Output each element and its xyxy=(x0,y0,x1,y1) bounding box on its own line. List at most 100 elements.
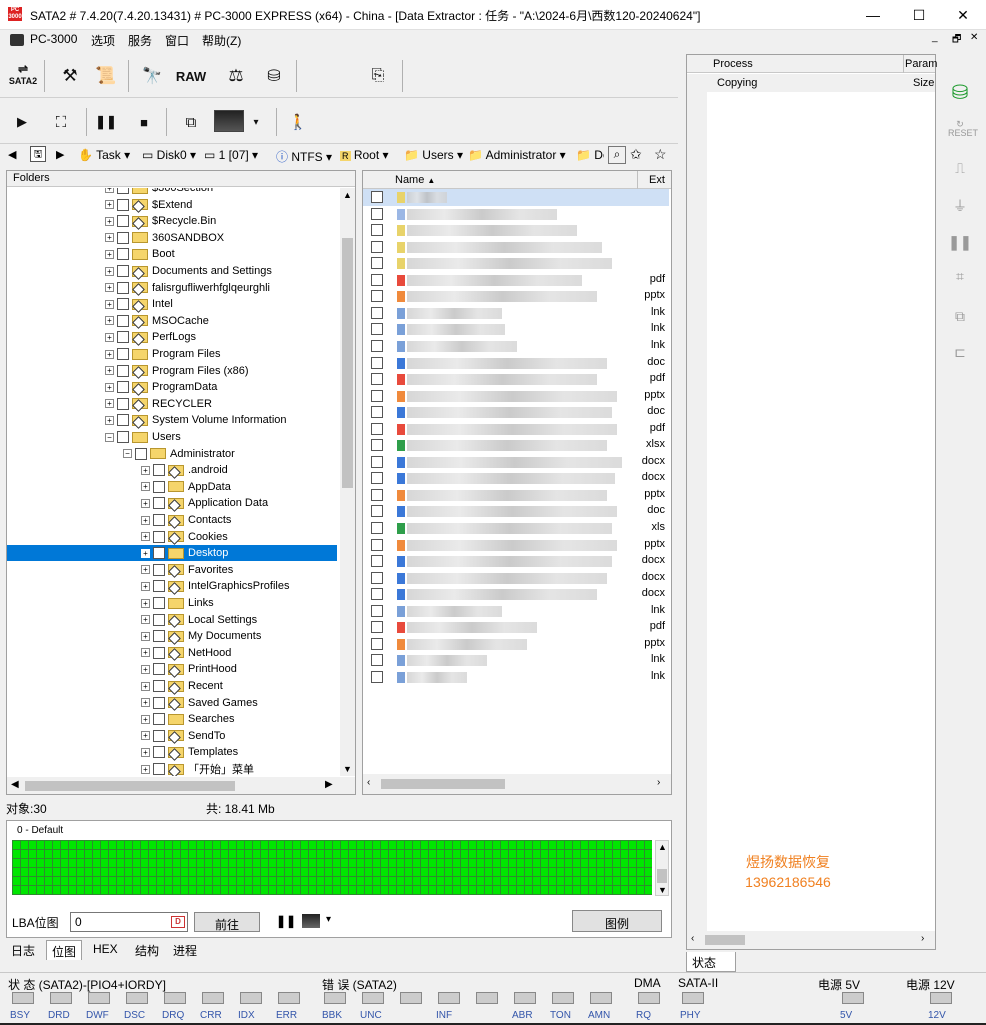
file-row[interactable]: doc xyxy=(363,503,669,520)
expand-toggle-icon[interactable]: + xyxy=(141,465,150,475)
tree-item[interactable]: + IntelGraphicsProfiles xyxy=(7,578,337,594)
file-row[interactable]: docx xyxy=(363,570,669,587)
play-icon[interactable]: ▶ xyxy=(10,108,34,136)
expand-toggle-icon[interactable]: + xyxy=(141,532,150,542)
file-row[interactable] xyxy=(363,239,669,256)
expand-toggle-icon[interactable]: + xyxy=(105,366,114,376)
column-process[interactable]: Process xyxy=(713,58,753,70)
column-ext[interactable]: Ext xyxy=(649,174,665,186)
process-row[interactable]: Copying Size xyxy=(687,74,935,92)
tree-item[interactable]: + $Recycle.Bin xyxy=(7,213,337,229)
file-checkbox[interactable] xyxy=(371,621,383,634)
tree-item[interactable]: + Documents and Settings xyxy=(7,263,337,279)
scroll-down-icon[interactable]: ▼ xyxy=(343,764,352,774)
file-checkbox[interactable] xyxy=(371,356,383,369)
tree-item[interactable]: + MSOCache xyxy=(7,313,337,329)
pause-icon[interactable]: ❚❚ xyxy=(94,108,118,136)
expand-toggle-icon[interactable]: + xyxy=(141,764,150,774)
file-checkbox[interactable] xyxy=(371,538,383,551)
tree-item[interactable]: + Contacts xyxy=(7,512,337,528)
tree-checkbox[interactable] xyxy=(153,480,165,493)
file-row[interactable]: pptx xyxy=(363,388,669,405)
exit-person-icon[interactable]: 🚶 xyxy=(286,108,310,136)
tree-item[interactable]: + $Extend xyxy=(7,197,337,213)
tree-checkbox[interactable] xyxy=(117,381,129,394)
tree-checkbox[interactable] xyxy=(153,680,165,692)
tree-item[interactable]: + Links xyxy=(7,595,337,611)
tree-checkbox[interactable] xyxy=(117,298,129,311)
file-row[interactable]: lnk xyxy=(363,321,669,338)
tree-checkbox[interactable] xyxy=(153,547,165,560)
raw-button[interactable]: RAW xyxy=(172,62,210,90)
scroll-left-icon[interactable]: ‹ xyxy=(691,933,694,944)
file-checkbox[interactable] xyxy=(371,670,383,683)
tree-item[interactable]: + $360Section xyxy=(7,188,337,196)
scroll-icon[interactable]: 📜 xyxy=(92,62,120,90)
file-row[interactable]: pptx xyxy=(363,537,669,554)
file-checkbox[interactable] xyxy=(371,273,383,286)
expand-toggle-icon[interactable]: + xyxy=(141,664,150,674)
tree-item[interactable]: + AppData xyxy=(7,479,337,495)
tree-checkbox[interactable] xyxy=(117,231,129,244)
tree-checkbox[interactable] xyxy=(135,447,147,460)
expand-toggle-icon[interactable]: + xyxy=(141,548,150,558)
export-icon[interactable]: ⎘ xyxy=(364,62,392,90)
file-row[interactable]: lnk xyxy=(363,305,669,322)
tree-item[interactable]: + Application Data xyxy=(7,495,337,511)
file-row[interactable]: pdf xyxy=(363,272,669,289)
go-button[interactable]: 前往 xyxy=(194,912,260,932)
tree-item[interactable]: + .android xyxy=(7,462,337,478)
expand-toggle-icon[interactable]: + xyxy=(141,515,150,525)
file-checkbox[interactable] xyxy=(371,406,383,419)
legend-button[interactable]: 图例 xyxy=(572,910,662,932)
map-view-small-icon[interactable] xyxy=(302,914,320,928)
tree-checkbox[interactable] xyxy=(153,514,165,526)
file-row[interactable] xyxy=(363,222,669,239)
tab-hex[interactable]: HEX xyxy=(88,940,123,960)
map-vscroll-thumb[interactable] xyxy=(657,869,667,883)
minimize-button[interactable]: — xyxy=(850,0,896,30)
binoculars-icon[interactable]: 🔭 xyxy=(138,62,166,90)
tree-checkbox[interactable] xyxy=(153,580,165,593)
expand-toggle-icon[interactable]: + xyxy=(105,283,114,293)
port-icon[interactable]: ⏚ xyxy=(948,196,972,218)
expand-toggle-icon[interactable]: + xyxy=(105,316,114,326)
tab-process[interactable]: 进程 xyxy=(168,940,202,960)
tree-item[interactable]: + My Documents xyxy=(7,628,337,644)
file-checkbox[interactable] xyxy=(371,422,383,435)
tree-checkbox[interactable] xyxy=(117,348,129,360)
star-icon[interactable]: ☆ xyxy=(654,146,667,163)
tree-item[interactable]: + 「开始」菜单 xyxy=(7,761,337,776)
breadcrumb-partition[interactable]: ▭ 1 [07] ▾ xyxy=(204,148,258,162)
mdi-close-button[interactable]: ✕ xyxy=(970,32,978,43)
tree-checkbox[interactable] xyxy=(117,431,129,443)
column-param[interactable]: Param xyxy=(905,58,937,70)
tree-checkbox[interactable] xyxy=(153,729,165,742)
file-row[interactable]: doc xyxy=(363,355,669,372)
star-add-icon[interactable]: ✩ xyxy=(630,146,642,163)
tree-checkbox[interactable] xyxy=(153,630,165,643)
file-row[interactable] xyxy=(363,189,669,206)
tree-item[interactable]: − Users xyxy=(7,429,337,445)
file-row[interactable]: lnk xyxy=(363,338,669,355)
file-checkbox[interactable] xyxy=(371,290,383,303)
expand-toggle-icon[interactable]: + xyxy=(141,498,150,508)
file-row[interactable]: pptx xyxy=(363,487,669,504)
process-hscroll-thumb[interactable] xyxy=(705,935,745,945)
expand-toggle-icon[interactable]: + xyxy=(141,731,150,741)
tree-checkbox[interactable] xyxy=(153,613,165,626)
tree-item[interactable]: + Program Files xyxy=(7,346,337,362)
window-close-icon[interactable]: ⧉ xyxy=(948,308,972,330)
file-row[interactable]: pptx xyxy=(363,288,669,305)
file-checkbox[interactable] xyxy=(371,389,383,402)
tree-checkbox[interactable] xyxy=(117,215,129,228)
breadcrumb-disk0[interactable]: ▭ Disk0 ▾ xyxy=(142,148,196,162)
tree-checkbox[interactable] xyxy=(117,281,129,294)
save-icon[interactable]: 🖫 xyxy=(30,146,46,162)
tab-status[interactable]: 状态 xyxy=(686,952,736,972)
pause-side-icon[interactable]: ❚❚ xyxy=(948,234,972,256)
expand-toggle-icon[interactable]: − xyxy=(105,432,114,442)
expand-toggle-icon[interactable]: + xyxy=(105,249,114,259)
menu-service[interactable]: 服务 xyxy=(128,32,152,49)
reset-icon[interactable]: ↻ RESET xyxy=(948,120,978,142)
